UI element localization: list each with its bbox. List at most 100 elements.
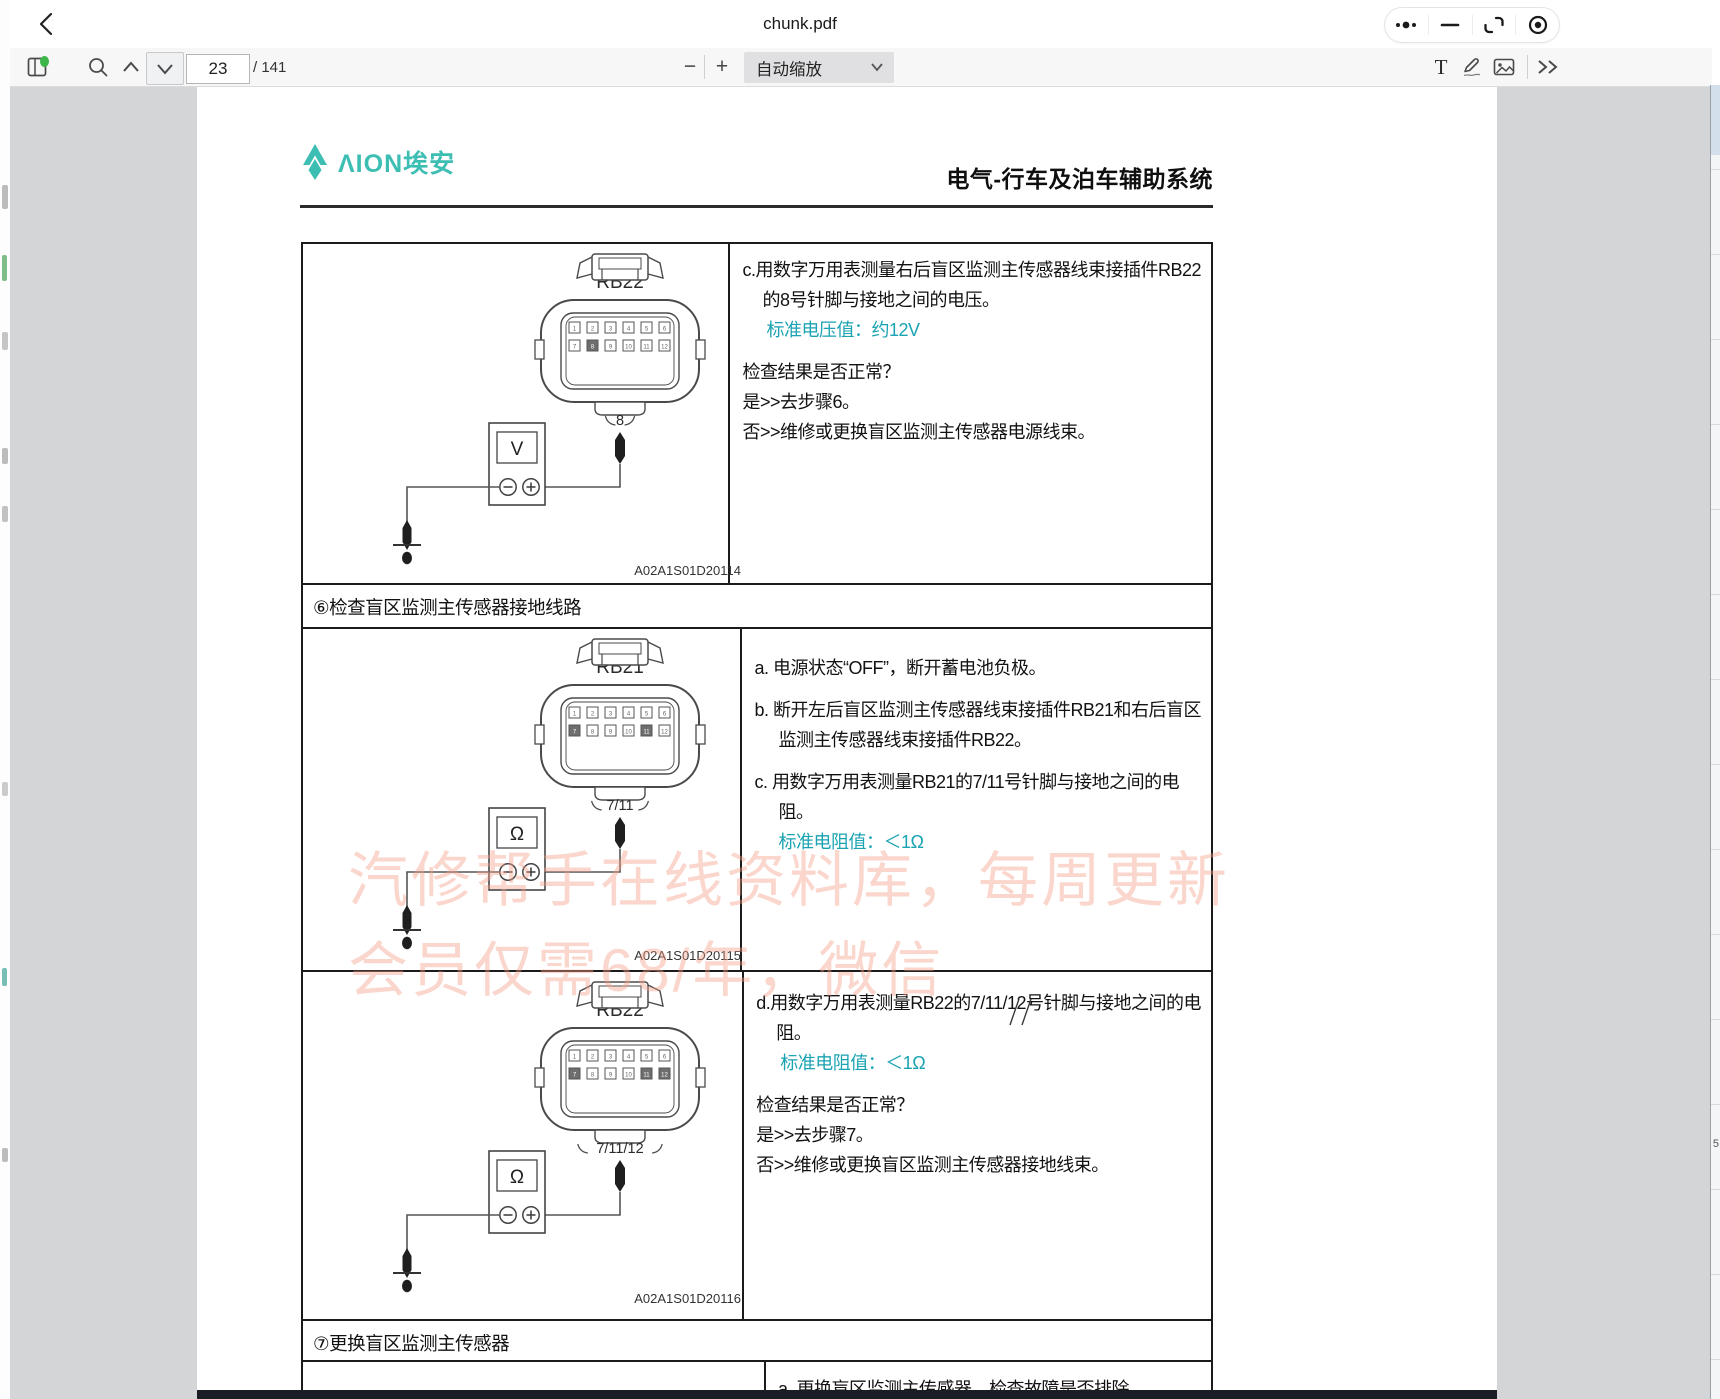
image-tool-button[interactable] xyxy=(1490,53,1518,81)
text-line: c. 用数字万用表测量RB21的7/11号针脚与接地之间的电 xyxy=(754,767,1201,797)
more-tools-button[interactable] xyxy=(1532,53,1564,81)
pencil-icon xyxy=(1461,56,1483,78)
sliver-mark xyxy=(2,1148,8,1162)
section-title: ⑥检查盲区监测主传感器接地线路 xyxy=(303,585,581,627)
pdf-page: ΛION埃安 电气-行车及泊车辅助系统 RB22 123456789101112… xyxy=(197,87,1497,1399)
text-line: 是>>去步骤6。 xyxy=(742,387,1201,417)
text-line: 监测主传感器线束接插件RB22。 xyxy=(778,725,1201,755)
toolbar: / 141 − + 自动缩放 T xyxy=(10,48,1712,87)
meter-symbol: Ω xyxy=(510,824,524,845)
search-button[interactable] xyxy=(84,53,112,81)
meter-symbol: Ω xyxy=(510,1167,524,1188)
pin-number-label: 7/11/12 xyxy=(596,1141,643,1157)
measurement-diagram: RB21 123456789101112 7/11 Ω A02A1S01D201… xyxy=(303,629,764,966)
text-line: 是>>去步骤7。 xyxy=(756,1120,1201,1150)
svg-text:10: 10 xyxy=(625,345,632,351)
text-line: 阻。 xyxy=(778,797,1201,827)
sidebar-toggle-button[interactable] xyxy=(22,53,52,81)
sliver-mark xyxy=(2,448,8,464)
chevron-down-icon xyxy=(156,63,174,75)
image-icon xyxy=(1493,57,1515,77)
svg-text:12: 12 xyxy=(661,730,668,736)
sliver-mark xyxy=(2,332,8,350)
notification-dot xyxy=(40,56,49,67)
search-icon xyxy=(87,56,109,78)
pdf-viewer-window: chunk.pdf xyxy=(10,0,1712,1399)
target-circle-icon xyxy=(1527,14,1549,36)
window-controls-capsule xyxy=(1384,7,1560,43)
right-sliver-highlight xyxy=(1711,85,1720,155)
pin-number-label: 8 xyxy=(616,413,624,429)
background-window-right-sliver xyxy=(1710,85,1720,1399)
diagram-cell: RB22 123456789101112 7/11/12 Ω A02A1S01D… xyxy=(303,972,744,1319)
text-line: a. 电源状态“OFF”，断开蓄电池负极。 xyxy=(754,653,1201,683)
text-line: 否>>维修或更换盲区监测主传感器电源线束。 xyxy=(742,417,1201,447)
float-window-icon xyxy=(1483,15,1505,35)
window-title: chunk.pdf xyxy=(710,14,890,34)
zoom-out-button[interactable]: − xyxy=(678,53,702,81)
screen: chunk.pdf xyxy=(0,0,1720,1399)
toolbar-divider xyxy=(704,55,705,79)
float-window-button[interactable] xyxy=(1473,14,1516,36)
svg-text:10: 10 xyxy=(625,1073,632,1079)
zoom-mode-select[interactable]: 自动缩放 xyxy=(744,52,894,83)
meter-symbol: V xyxy=(511,439,524,460)
text-line: 检查结果是否正常？ xyxy=(742,357,1201,387)
back-chevron-icon xyxy=(34,11,60,37)
text-line: 否>>维修或更换盲区监测主传感器接地线束。 xyxy=(756,1150,1201,1180)
double-chevron-right-icon xyxy=(1536,59,1560,75)
close-record-button[interactable] xyxy=(1516,14,1559,36)
svg-text:12: 12 xyxy=(661,345,668,351)
instruction-cell: a. 电源状态“OFF”，断开蓄电池负极。 b. 断开左后盲区监测主传感器线束接插… xyxy=(742,629,1211,970)
sliver-mark xyxy=(2,782,8,796)
instruction-cell: c.用数字万用表测量右后盲区监测主传感器线束接插件RB22的8号针脚与接地之间的… xyxy=(730,244,1211,583)
svg-text:12: 12 xyxy=(661,1073,668,1079)
next-page-button[interactable] xyxy=(146,52,184,85)
header-rule xyxy=(300,205,1213,208)
text-line: c.用数字万用表测量右后盲区监测主传感器线束接插件RB22 xyxy=(742,255,1201,285)
text-line: 阻。 xyxy=(776,1018,1201,1048)
text-line: 标准电阻值：＜1Ω xyxy=(780,1048,1201,1078)
text-line: b. 断开左后盲区监测主传感器线束接插件RB21和右后盲区 xyxy=(754,695,1201,725)
right-sliver-digit: 5 xyxy=(1713,1138,1719,1150)
instruction-cell: d.用数字万用表测量RB22的7/11/12号针脚与接地之间的电阻。标准电阻值：… xyxy=(744,972,1211,1319)
measurement-diagram: RB22 123456789101112 8 V A02A1S01D20114 xyxy=(303,244,764,581)
aion-logo-text: ΛION埃安 xyxy=(338,144,455,180)
previous-page-button[interactable] xyxy=(118,53,144,81)
sliver-mark xyxy=(2,506,8,522)
diagram-cell: RB22 123456789101112 8 V A02A1S01D20114 xyxy=(303,244,730,583)
chevron-up-icon xyxy=(122,61,140,73)
table-row: RB22 123456789101112 7/11/12 Ω A02A1S01D… xyxy=(303,972,1211,1321)
page-number-input[interactable] xyxy=(186,54,250,84)
sliver-mark xyxy=(2,255,7,281)
page-bottom-dark-bar xyxy=(197,1390,1497,1399)
svg-text:11: 11 xyxy=(643,345,650,351)
zoom-mode-label: 自动缩放 xyxy=(756,56,822,80)
sliver-mark xyxy=(2,185,8,209)
minimize-button[interactable] xyxy=(1429,14,1472,36)
svg-text:11: 11 xyxy=(643,730,650,736)
text-line: 标准电阻值：＜1Ω xyxy=(778,827,1201,857)
text-line: d.用数字万用表测量RB22的7/11/12号针脚与接地之间的电 xyxy=(756,988,1201,1018)
text-line: 标准电压值：约12V xyxy=(766,315,1201,345)
aion-logo: ΛION埃安 xyxy=(300,144,455,180)
svg-text:10: 10 xyxy=(625,730,632,736)
annotate-tool-button[interactable] xyxy=(1458,53,1486,81)
text-tool-button[interactable]: T xyxy=(1428,53,1454,81)
pin-number-label: 7/11 xyxy=(606,798,633,814)
table-row: RB21 123456789101112 7/11 Ω A02A1S01D201… xyxy=(303,629,1211,972)
chevron-down-icon xyxy=(870,62,884,72)
aion-emblem-icon xyxy=(300,144,330,180)
procedure-table: RB22 123456789101112 8 V A02A1S01D20114 xyxy=(301,242,1213,1399)
more-dots-icon xyxy=(1392,16,1420,34)
zoom-in-button[interactable]: + xyxy=(710,53,734,81)
document-viewer[interactable]: ΛION埃安 电气-行车及泊车辅助系统 RB22 123456789101112… xyxy=(10,87,1712,1399)
svg-text:11: 11 xyxy=(643,1073,650,1079)
minimize-icon xyxy=(1440,16,1460,34)
diagram-cell: RB21 123456789101112 7/11 Ω A02A1S01D201… xyxy=(303,629,742,970)
more-options-button[interactable] xyxy=(1385,14,1428,36)
document-section-title: 电气-行车及泊车辅助系统 xyxy=(946,160,1213,194)
sliver-mark xyxy=(2,968,7,986)
table-row-section-header: ⑥检查盲区监测主传感器接地线路 xyxy=(303,585,1211,629)
back-button[interactable] xyxy=(34,11,60,37)
